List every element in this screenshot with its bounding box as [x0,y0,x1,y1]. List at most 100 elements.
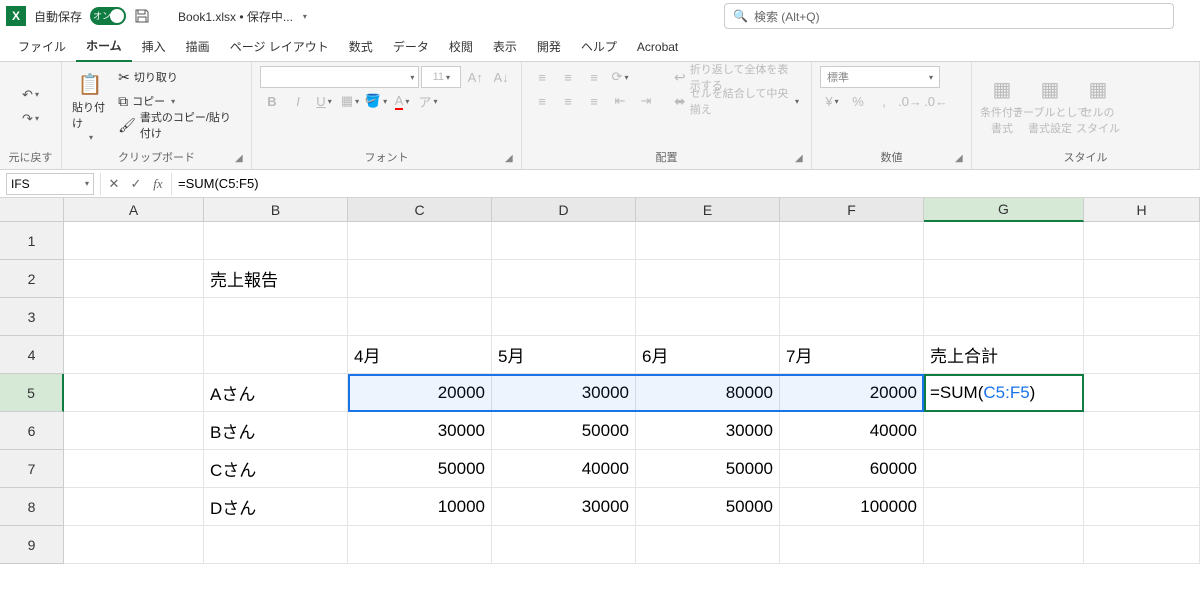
cell-D9[interactable] [492,526,636,564]
format-painter-button[interactable]: 🖌書式のコピー/貼り付け [114,114,243,136]
tab-開発[interactable]: 開発 [527,32,571,61]
cell-A8[interactable] [64,488,204,526]
cell-A3[interactable] [64,298,204,336]
cell-G8[interactable] [924,488,1084,526]
cell-C1[interactable] [348,222,492,260]
file-title[interactable]: Book1.xlsx • 保存中... [178,8,293,25]
cell-A1[interactable] [64,222,204,260]
tab-ページ レイアウト[interactable]: ページ レイアウト [220,32,339,61]
font-dialog-launcher-icon[interactable]: ◢ [505,153,517,165]
clipboard-dialog-launcher-icon[interactable]: ◢ [235,153,247,165]
cell-B7[interactable]: Cさん [204,450,348,488]
increase-indent-icon[interactable]: ⇥ [634,90,658,112]
cell-F5[interactable]: 20000 [780,374,924,412]
cell-G9[interactable] [924,526,1084,564]
cell-B9[interactable] [204,526,348,564]
increase-decimal-icon[interactable]: .0→ [898,90,922,112]
align-top-icon[interactable]: ≡ [530,66,554,88]
row-header-9[interactable]: 9 [0,526,64,564]
tab-描画[interactable]: 描画 [176,32,220,61]
cell-E1[interactable] [636,222,780,260]
select-all-corner[interactable] [0,198,64,222]
cell-H2[interactable] [1084,260,1200,298]
cell-styles-button[interactable]: ▦セルの スタイル [1076,66,1120,147]
column-header-F[interactable]: F [780,198,924,222]
align-middle-icon[interactable]: ≡ [556,66,580,88]
column-header-A[interactable]: A [64,198,204,222]
cell-C4[interactable]: 4月 [348,336,492,374]
cell-F9[interactable] [780,526,924,564]
cell-F2[interactable] [780,260,924,298]
tab-ファイル[interactable]: ファイル [8,32,76,61]
italic-button[interactable]: I [286,90,310,112]
insert-function-icon[interactable]: fx [149,176,167,192]
cell-H9[interactable] [1084,526,1200,564]
cell-H1[interactable] [1084,222,1200,260]
row-header-5[interactable]: 5 [0,374,64,412]
cell-B5[interactable]: Aさん [204,374,348,412]
cell-B4[interactable] [204,336,348,374]
cell-G3[interactable] [924,298,1084,336]
cell-G4[interactable]: 売上合計 [924,336,1084,374]
row-header-6[interactable]: 6 [0,412,64,450]
cell-D1[interactable] [492,222,636,260]
font-family-select[interactable]: ▾ [260,66,419,88]
cell-D4[interactable]: 5月 [492,336,636,374]
decrease-font-icon[interactable]: A↓ [489,66,513,88]
tab-データ[interactable]: データ [383,32,439,61]
column-header-D[interactable]: D [492,198,636,222]
cell-F6[interactable]: 40000 [780,412,924,450]
cell-D5[interactable]: 30000 [492,374,636,412]
cell-A9[interactable] [64,526,204,564]
cell-E6[interactable]: 30000 [636,412,780,450]
undo-button[interactable]: ↶▾ [19,84,43,106]
bold-button[interactable]: B [260,90,284,112]
cell-C7[interactable]: 50000 [348,450,492,488]
worksheet-grid[interactable]: ABCDEFGH 12売上報告344月5月6月7月売上合計5Aさん2000030… [0,198,1200,564]
number-format-select[interactable]: 標準▾ [820,66,940,88]
cell-D7[interactable]: 40000 [492,450,636,488]
cell-G7[interactable] [924,450,1084,488]
cell-C3[interactable] [348,298,492,336]
paste-button[interactable]: 📋 貼り付け ▾ [70,66,110,147]
cell-H6[interactable] [1084,412,1200,450]
cell-H3[interactable] [1084,298,1200,336]
border-button[interactable]: ▦▾ [338,90,362,112]
percent-format-icon[interactable]: % [846,90,870,112]
tab-校閲[interactable]: 校閲 [439,32,483,61]
cell-F7[interactable]: 60000 [780,450,924,488]
formula-cancel-icon[interactable]: ✕ [105,176,123,192]
cell-B3[interactable] [204,298,348,336]
cell-A6[interactable] [64,412,204,450]
row-header-4[interactable]: 4 [0,336,64,374]
decrease-decimal-icon[interactable]: .0← [924,90,948,112]
align-bottom-icon[interactable]: ≡ [582,66,606,88]
cell-A2[interactable] [64,260,204,298]
tab-表示[interactable]: 表示 [483,32,527,61]
increase-font-icon[interactable]: A↑ [463,66,487,88]
cell-E5[interactable]: 80000 [636,374,780,412]
cell-C9[interactable] [348,526,492,564]
autosave-toggle[interactable] [90,7,126,25]
tab-挿入[interactable]: 挿入 [132,32,176,61]
column-header-H[interactable]: H [1084,198,1200,222]
search-input[interactable]: 🔍 検索 (Alt+Q) [724,3,1174,29]
font-size-select[interactable]: 11▾ [421,66,461,88]
formula-input[interactable]: =SUM(C5:F5) [172,173,1200,195]
row-header-2[interactable]: 2 [0,260,64,298]
alignment-dialog-launcher-icon[interactable]: ◢ [795,153,807,165]
cell-G2[interactable] [924,260,1084,298]
cell-F8[interactable]: 100000 [780,488,924,526]
phonetic-button[interactable]: ア▾ [416,90,440,112]
cell-D8[interactable]: 30000 [492,488,636,526]
cell-F4[interactable]: 7月 [780,336,924,374]
cell-A4[interactable] [64,336,204,374]
decrease-indent-icon[interactable]: ⇤ [608,90,632,112]
underline-button[interactable]: U▾ [312,90,336,112]
column-header-E[interactable]: E [636,198,780,222]
font-color-button[interactable]: A▾ [390,90,414,112]
cut-button[interactable]: ✂切り取り [114,66,243,88]
cell-C8[interactable]: 10000 [348,488,492,526]
cell-B1[interactable] [204,222,348,260]
cell-C6[interactable]: 30000 [348,412,492,450]
